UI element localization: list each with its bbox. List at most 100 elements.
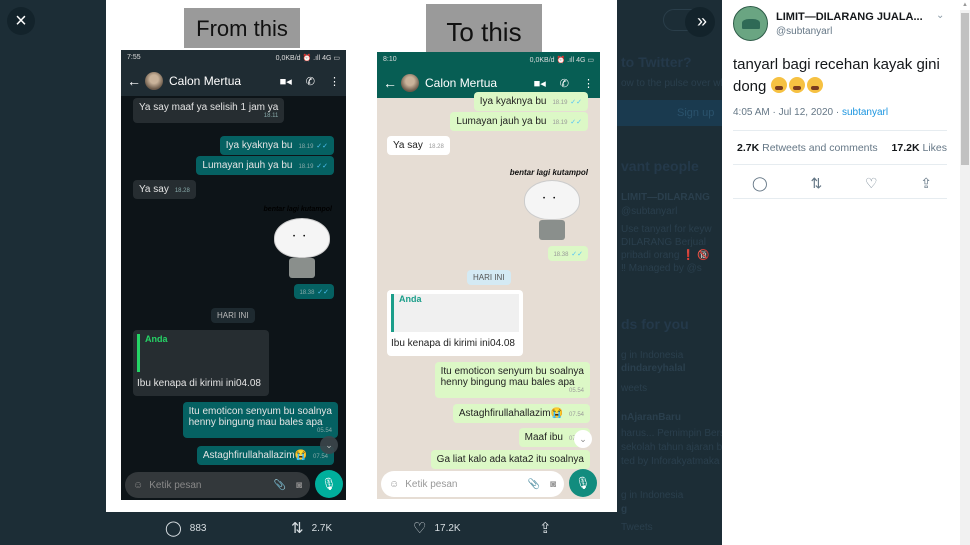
message-bubble: Iya kyaknya bu 18.19 ✓✓ (473, 92, 588, 111)
loudly-crying-emoji-icon (788, 77, 805, 93)
message-time: 05.54 (316, 428, 332, 434)
message-text: Iya kyaknya bu (225, 140, 293, 151)
message-time: 18.19 (552, 120, 568, 126)
status-time: 8:10 (383, 56, 397, 63)
sticker-caption: bentar lagi kutampol (263, 206, 332, 213)
read-ticks-icon: ✓✓ (570, 119, 582, 126)
tweet-detail-panel: LIMIT—DILARANG JUALA... @subtanyarl ⌄ ta… (722, 0, 970, 545)
tweet-meta: 4:05 AM · Jul 12, 2020 · subtanyarl (733, 107, 888, 118)
message-time: 18.19 (552, 100, 568, 106)
date-chip: HARI INI (211, 308, 255, 323)
more-vertical-icon: ⋮ (329, 75, 340, 88)
retweet-count: 2.7K (311, 522, 333, 534)
message-bubble: 18.38 ✓✓ (294, 284, 334, 299)
trend-3-context: g in Indonesia (621, 490, 684, 501)
likes-label: Likes (922, 142, 947, 154)
relevant-name: LIMIT—DILARANG (621, 192, 710, 203)
loudly-crying-emoji-icon (806, 77, 823, 93)
contact-name: Calon Mertua (169, 74, 242, 88)
close-viewer-button[interactable]: × (7, 7, 35, 35)
relevant-heading: vant people (621, 158, 699, 174)
message-text: Lumayan jauh ya bu (202, 160, 293, 171)
tweet-source-link[interactable]: subtanyarl (842, 107, 888, 118)
message-bubble: Lumayan jauh ya bu 18.19 ✓✓ (450, 112, 588, 131)
retweets-stat[interactable]: 2.7K Retweets and comments (737, 142, 878, 154)
message-bubble: Ya say 18.28 (133, 180, 196, 199)
phone-call-icon: ✆ (559, 77, 569, 90)
scrollbar-thumb[interactable] (961, 13, 969, 165)
quoted-author: Anda (145, 334, 168, 344)
signup-button: Sign up (617, 100, 722, 126)
retweets-count: 2.7K (737, 142, 760, 154)
tweet-text: tanyarl bagi recehan kayak gini dong (733, 54, 943, 98)
join-heading: to Twitter? (621, 54, 692, 70)
reply-message-bubble: Anda Ibu kenapa di kirimi ini04.08 (133, 330, 269, 396)
retweet-button[interactable]: ⇅ 2.7K (291, 519, 413, 537)
trends-heading: ds for you (621, 316, 689, 332)
emoji-icon: ☺ (133, 479, 144, 491)
read-ticks-icon: ✓✓ (571, 251, 583, 258)
attach-icon: 📎 (527, 478, 540, 490)
join-subtext: ow to the pulse over wha (621, 78, 722, 89)
attach-icon: 📎 (273, 479, 286, 491)
panel-scrollbar[interactable]: ▲ (960, 2, 970, 545)
scroll-up-arrow-icon[interactable]: ▲ (960, 2, 970, 8)
trend-2-desc-1: harus... Pemimpin Bersama (621, 428, 722, 439)
video-call-icon: ■◂ (533, 77, 546, 90)
mic-icon: 🎙 (315, 470, 343, 498)
status-bar: 7:55 0,0KB/d ⏰ .ıll 4G ▭ (121, 50, 346, 66)
more-vertical-icon: ⋮ (583, 77, 594, 90)
like-button[interactable]: ♡ 17.2K (413, 519, 539, 537)
relevant-bio-1: Use tanyarl for keyw (621, 224, 712, 235)
share-button[interactable]: ⇪ (539, 519, 560, 537)
message-bubble: Ya say maaf ya selisih 1 jam ya 18.11 (133, 98, 285, 123)
message-time: 04.08 (489, 338, 515, 349)
reply-button[interactable]: ◯ 883 (165, 519, 291, 537)
contact-name: Calon Mertua (425, 76, 498, 90)
message-text-line-1: Itu emoticon senyum bu soalnya (440, 366, 584, 377)
author-name[interactable]: LIMIT—DILARANG JUALA... (776, 11, 923, 23)
backdrop-sidebar: to Twitter? ow to the pulse over wha Sig… (617, 0, 722, 545)
message-text: Ga liat kalo ada kata2 itu soalnya (436, 454, 584, 465)
quoted-message: Anda (391, 294, 519, 332)
heart-icon[interactable]: ♡ (865, 175, 878, 192)
phone-call-icon: ✆ (305, 75, 315, 88)
likes-stat[interactable]: 17.2K Likes (892, 142, 947, 154)
author-avatar[interactable] (733, 6, 768, 41)
chat-area: Iya kyaknya bu 18.19 ✓✓ Lumayan jauh ya b… (377, 92, 600, 499)
caption-to-this: To this (426, 4, 542, 54)
message-bubble: Lumayan jauh ya bu 18.19 ✓✓ (196, 156, 334, 175)
message-time: 18.19 (298, 144, 314, 150)
tweet-stats: 2.7K Retweets and comments 17.2K Likes (737, 142, 947, 154)
message-composer: ☺ Ketik pesan 📎 ◙ (381, 471, 564, 497)
chevron-down-icon[interactable]: ⌄ (936, 10, 944, 21)
composer-placeholder: Ketik pesan (405, 478, 458, 490)
mic-icon: 🎙 (569, 469, 597, 497)
tweet-body: tanyarl bagi recehan kayak gini dong (733, 56, 940, 95)
reply-count: 883 (189, 522, 207, 534)
sticker-image: •• (524, 180, 580, 242)
trend-2-desc-3: ted by Inforakyatmaka (621, 456, 720, 467)
message-bubble: Iya kyaknya bu 18.19 ✓✓ (219, 136, 334, 155)
sticker-image: •• (274, 218, 330, 280)
message-time: 18.11 (263, 113, 279, 119)
trend-3: g (621, 504, 628, 515)
retweet-icon[interactable]: ⇅ (810, 175, 822, 192)
message-text: Astaghfirullahallazim😭 (202, 450, 307, 461)
divider (733, 130, 947, 131)
reply-icon[interactable]: ◯ (752, 175, 768, 192)
message-text: Maaf ibu (524, 432, 563, 443)
author-handle[interactable]: @subtanyarl (776, 26, 832, 37)
loudly-crying-emoji-icon (770, 77, 787, 93)
status-time: 7:55 (127, 54, 141, 61)
message-text-line-2: henny bingung mau bales apa (188, 417, 323, 428)
message-text: Iya kyaknya bu (479, 96, 547, 107)
message-text: Ibu kenapa di kirimi ini (137, 378, 236, 389)
message-time: 05.54 (568, 388, 584, 394)
share-icon: ⇪ (539, 520, 552, 537)
message-text-line-1: Itu emoticon senyum bu soalnya (188, 406, 332, 417)
divider (733, 164, 947, 165)
share-icon[interactable]: ⇪ (920, 175, 932, 192)
toggle-panel-button[interactable]: » (685, 7, 715, 37)
video-call-icon: ■◂ (279, 75, 292, 88)
